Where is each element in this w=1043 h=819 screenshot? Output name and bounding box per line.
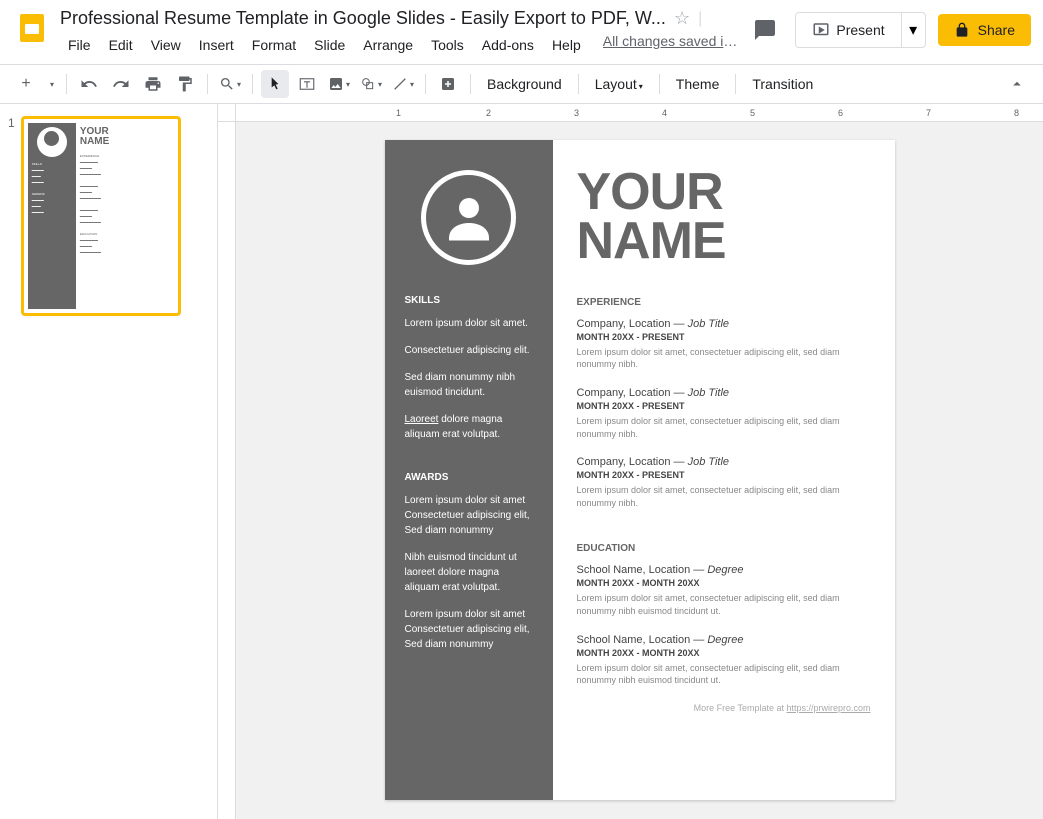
- slide-canvas[interactable]: SKILLS Lorem ipsum dolor sit amet. Conse…: [385, 140, 895, 800]
- edu-desc: Lorem ipsum dolor sit amet, consectetuer…: [577, 592, 871, 617]
- star-icon[interactable]: ☆: [674, 8, 690, 29]
- thumb-number: 1: [8, 116, 15, 316]
- menu-insert[interactable]: Insert: [191, 33, 242, 57]
- exp-desc: Lorem ipsum dolor sit amet, consectetuer…: [577, 415, 871, 440]
- menu-file[interactable]: File: [60, 33, 99, 57]
- exp-entry: Company, Location — Job Title: [577, 387, 871, 399]
- menu-view[interactable]: View: [143, 33, 189, 57]
- exp-entry: Company, Location — Job Title: [577, 318, 871, 330]
- transition-button[interactable]: Transition: [744, 72, 821, 96]
- skill-item: Consectetuer adipiscing elit.: [405, 343, 533, 358]
- comment-tool[interactable]: [434, 70, 462, 98]
- new-slide-button[interactable]: +: [12, 70, 40, 98]
- line-tool[interactable]: [389, 70, 417, 98]
- exp-desc: Lorem ipsum dolor sit amet, consectetuer…: [577, 346, 871, 371]
- print-button[interactable]: [139, 70, 167, 98]
- redo-button[interactable]: [107, 70, 135, 98]
- footer-link: More Free Template at https://prwirepro.…: [577, 703, 871, 713]
- edu-entry: School Name, Location — Degree: [577, 634, 871, 646]
- theme-button[interactable]: Theme: [668, 72, 728, 96]
- award-item: Lorem ipsum dolor sit amet Consectetuer …: [405, 493, 533, 538]
- paint-format-button[interactable]: [171, 70, 199, 98]
- resume-sidebar[interactable]: SKILLS Lorem ipsum dolor sit amet. Conse…: [385, 140, 553, 800]
- menu-help[interactable]: Help: [544, 33, 589, 57]
- exp-entry: Company, Location — Job Title: [577, 456, 871, 468]
- share-button[interactable]: Share: [938, 14, 1031, 46]
- awards-heading: AWARDS: [405, 472, 533, 483]
- menu-format[interactable]: Format: [244, 33, 304, 57]
- award-item: Nibh euismod tincidunt ut laoreet dolore…: [405, 550, 533, 595]
- shape-tool[interactable]: [357, 70, 385, 98]
- award-item: Lorem ipsum dolor sit amet Consectetuer …: [405, 607, 533, 652]
- edu-entry: School Name, Location — Degree: [577, 564, 871, 576]
- undo-button[interactable]: [75, 70, 103, 98]
- skills-heading: SKILLS: [405, 295, 533, 306]
- document-title[interactable]: Professional Resume Template in Google S…: [60, 8, 666, 29]
- image-tool[interactable]: [325, 70, 353, 98]
- new-slide-dropdown[interactable]: [44, 70, 58, 98]
- resume-name: YOURNAME: [577, 168, 871, 267]
- comment-icon[interactable]: [747, 12, 783, 48]
- select-tool[interactable]: [261, 70, 289, 98]
- ruler-corner: [218, 104, 236, 122]
- education-heading: EDUCATION: [577, 543, 871, 554]
- avatar-icon: [421, 170, 516, 265]
- menu-arrange[interactable]: Arrange: [355, 33, 421, 57]
- exp-desc: Lorem ipsum dolor sit amet, consectetuer…: [577, 484, 871, 509]
- slide-panel[interactable]: 1 SKILLS▬▬▬▬▬▬▬▬▬▬▬AWARDS▬▬▬▬▬▬▬▬▬▬▬ YOU…: [0, 104, 218, 819]
- present-button[interactable]: Present: [796, 13, 900, 47]
- skill-item: Laoreet dolore magna aliquam erat volutp…: [405, 412, 533, 442]
- collapse-toolbar[interactable]: [1003, 70, 1031, 98]
- zoom-button[interactable]: [216, 70, 244, 98]
- menu-tools[interactable]: Tools: [423, 33, 472, 57]
- ruler-horizontal: 12345678: [236, 104, 1043, 122]
- menu-addons[interactable]: Add-ons: [474, 33, 542, 57]
- slides-logo[interactable]: [12, 8, 52, 48]
- present-label: Present: [836, 22, 884, 38]
- textbox-tool[interactable]: [293, 70, 321, 98]
- skill-item: Lorem ipsum dolor sit amet.: [405, 316, 533, 331]
- edu-date: MONTH 20XX - MONTH 20XX: [577, 578, 871, 588]
- save-status[interactable]: All changes saved in ...: [603, 33, 743, 57]
- canvas-area[interactable]: 12345678 SKILLS Lorem ipsum dolor sit am…: [218, 104, 1043, 819]
- skill-item: Sed diam nonummy nibh euismod tincidunt.: [405, 370, 533, 400]
- resume-main[interactable]: YOURNAME EXPERIENCE Company, Location — …: [553, 140, 895, 800]
- layout-button[interactable]: Layout: [587, 72, 651, 96]
- experience-heading: EXPERIENCE: [577, 297, 871, 308]
- present-dropdown[interactable]: ▾: [901, 13, 925, 47]
- ruler-vertical: [218, 122, 236, 819]
- exp-date: MONTH 20XX - PRESENT: [577, 470, 871, 480]
- slide-thumbnail[interactable]: SKILLS▬▬▬▬▬▬▬▬▬▬▬AWARDS▬▬▬▬▬▬▬▬▬▬▬ YOURN…: [21, 116, 181, 316]
- exp-date: MONTH 20XX - PRESENT: [577, 401, 871, 411]
- menu-slide[interactable]: Slide: [306, 33, 353, 57]
- share-label: Share: [978, 22, 1015, 38]
- menu-edit[interactable]: Edit: [101, 33, 141, 57]
- background-button[interactable]: Background: [479, 72, 570, 96]
- exp-date: MONTH 20XX - PRESENT: [577, 332, 871, 342]
- edu-desc: Lorem ipsum dolor sit amet, consectetuer…: [577, 662, 871, 687]
- edu-date: MONTH 20XX - MONTH 20XX: [577, 648, 871, 658]
